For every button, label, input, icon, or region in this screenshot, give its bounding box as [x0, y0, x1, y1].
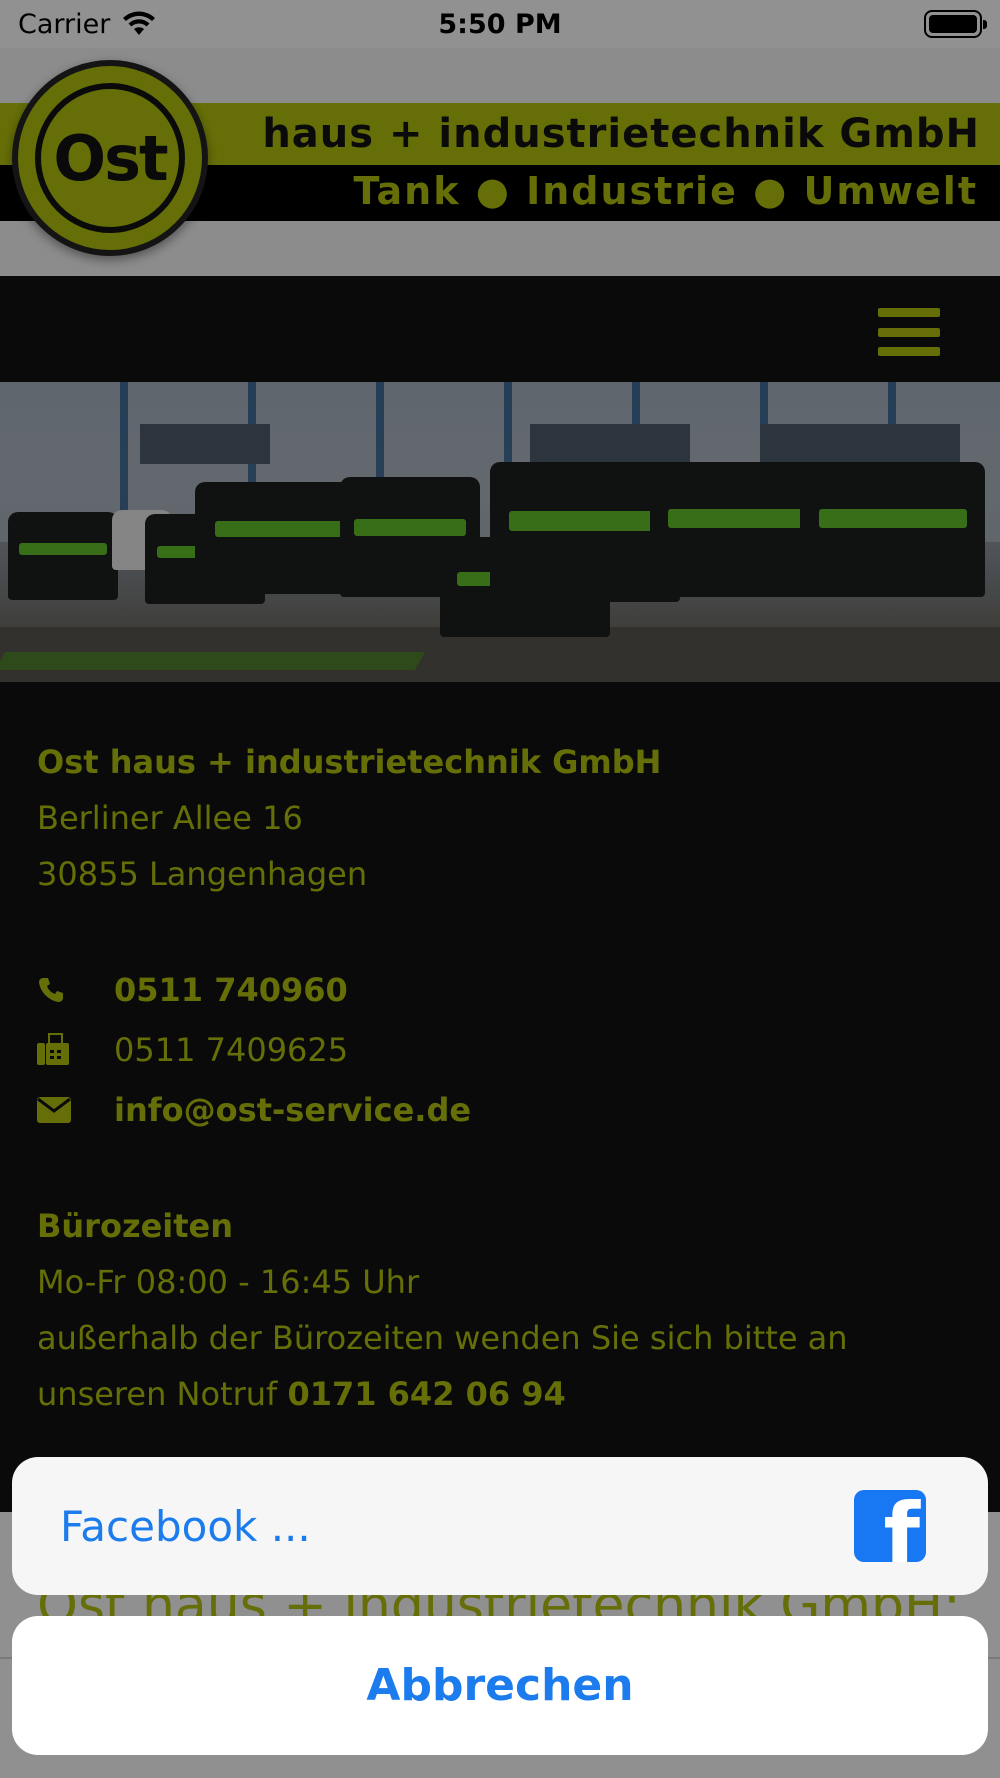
share-option-facebook[interactable]: Facebook ... f — [12, 1457, 988, 1595]
cancel-label: Abbrechen — [366, 1660, 634, 1711]
share-option-label: Facebook ... — [60, 1501, 311, 1551]
cancel-button[interactable]: Abbrechen — [12, 1616, 988, 1755]
facebook-icon: f — [854, 1490, 926, 1562]
